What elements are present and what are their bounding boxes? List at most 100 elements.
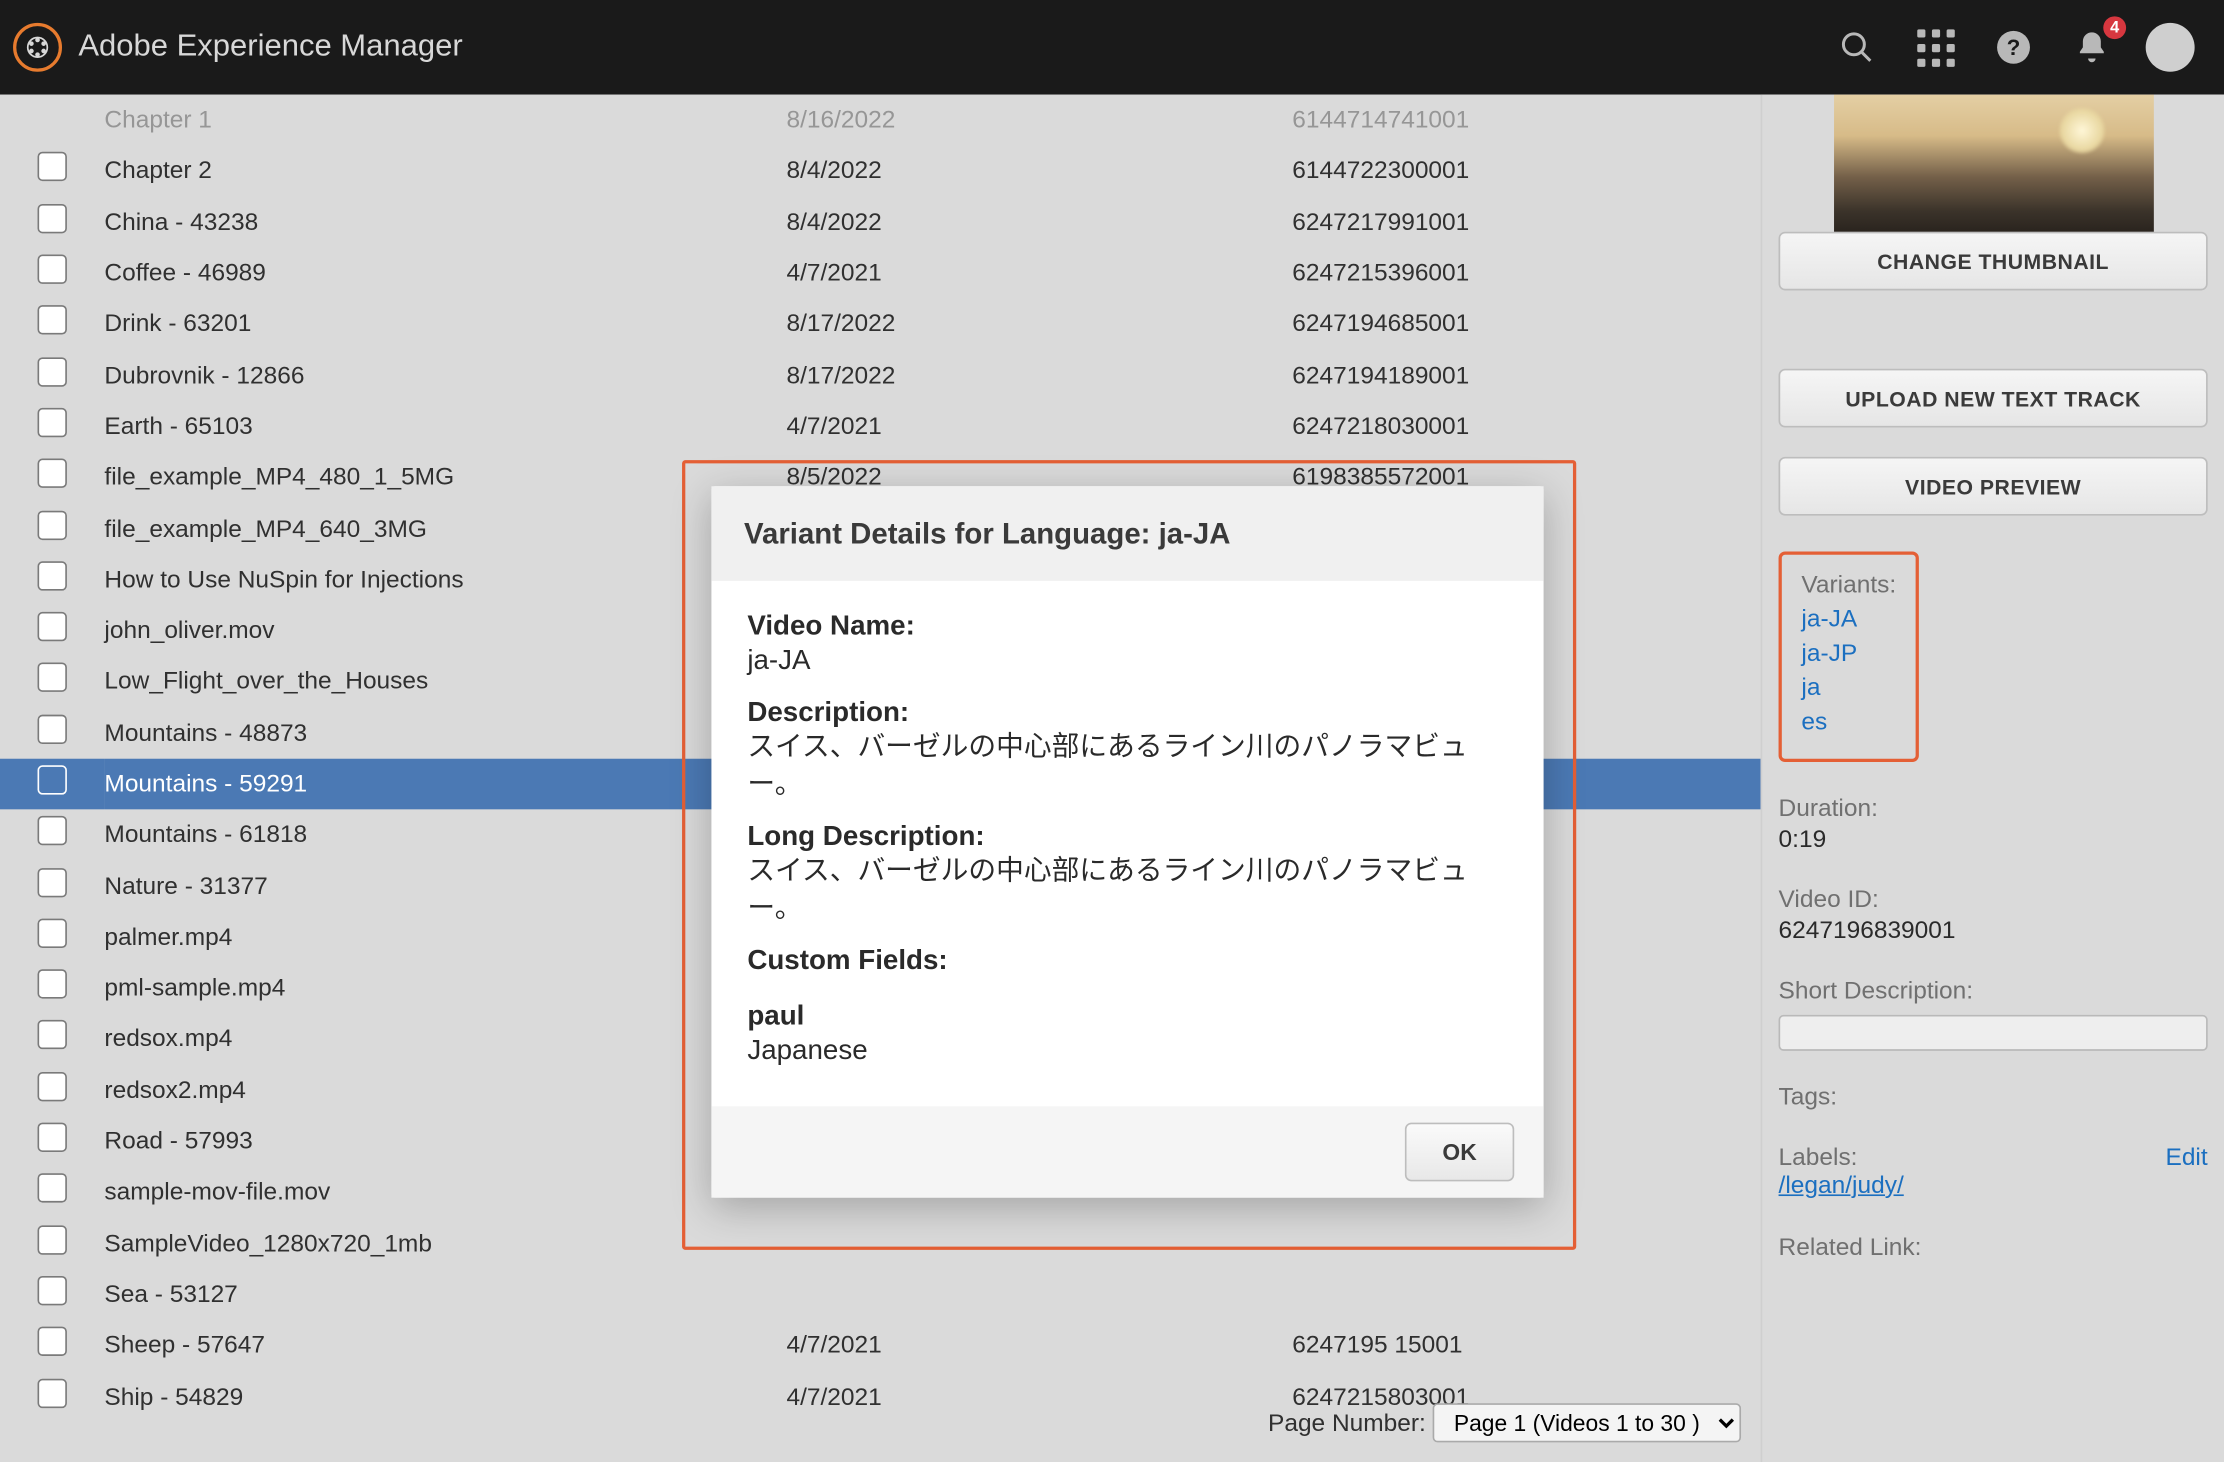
asset-details-panel: CHANGE THUMBNAIL UPLOAD NEW TEXT TRACK V… xyxy=(1761,95,2224,1462)
row-checkbox[interactable] xyxy=(38,612,67,641)
description-label: Description: xyxy=(747,697,1507,730)
row-checkbox[interactable] xyxy=(38,867,67,896)
tags-field: Tags: xyxy=(1779,1083,2208,1111)
row-checkbox[interactable] xyxy=(38,561,67,590)
row-id: 6144722300001 xyxy=(1292,146,1760,197)
short-description-input[interactable] xyxy=(1779,1015,2208,1051)
row-checkbox[interactable] xyxy=(38,714,67,743)
modal-ok-button[interactable]: OK xyxy=(1405,1122,1514,1181)
row-checkbox[interactable] xyxy=(38,255,67,284)
video-name-label: Video Name: xyxy=(747,610,1507,643)
related-link-field: Related Link: xyxy=(1779,1234,2208,1262)
row-date: 8/16/2022 xyxy=(786,95,1292,146)
row-checkbox[interactable] xyxy=(38,1174,67,1203)
row-date: 8/17/2022 xyxy=(786,299,1292,350)
search-icon[interactable] xyxy=(1832,23,1881,72)
row-checkbox[interactable] xyxy=(38,1225,67,1254)
row-checkbox[interactable] xyxy=(38,408,67,437)
row-checkbox[interactable] xyxy=(38,357,67,386)
table-row[interactable]: Earth - 651034/7/20216247218030001 xyxy=(0,401,1761,452)
video-id-field: Video ID: 6247196839001 xyxy=(1779,886,2208,945)
pager-label: Page Number: xyxy=(1268,1410,1426,1438)
row-name: Sheep - 57647 xyxy=(104,1320,786,1371)
row-id: 6144714741001 xyxy=(1292,95,1760,146)
row-id xyxy=(1292,1269,1760,1320)
row-checkbox[interactable] xyxy=(38,459,67,488)
notifications-icon[interactable]: 4 xyxy=(2067,23,2116,72)
pager-select[interactable]: Page 1 (Videos 1 to 30 ) xyxy=(1433,1404,1741,1443)
variants-label: Variants: xyxy=(1801,571,1896,599)
table-row[interactable]: Drink - 632018/17/20226247194685001 xyxy=(0,299,1761,350)
variant-link[interactable]: ja-JA xyxy=(1801,605,1896,633)
table-row[interactable]: Sea - 53127 xyxy=(0,1269,1761,1320)
pager: Page Number: Page 1 (Videos 1 to 30 ) xyxy=(0,1404,1761,1443)
row-date xyxy=(786,1269,1292,1320)
help-icon[interactable]: ? xyxy=(1989,23,2038,72)
row-name: Drink - 63201 xyxy=(104,299,786,350)
table-row[interactable]: Coffee - 469894/7/20216247215396001 xyxy=(0,248,1761,299)
row-name: Coffee - 46989 xyxy=(104,248,786,299)
upload-text-track-button[interactable]: UPLOAD NEW TEXT TRACK xyxy=(1779,369,2208,428)
variants-box: Variants: ja-JA ja-JP ja es xyxy=(1779,552,1919,762)
modal-title: Variant Details for Language: ja-JA xyxy=(711,486,1543,581)
user-avatar[interactable] xyxy=(2146,23,2195,72)
row-checkbox[interactable] xyxy=(38,918,67,947)
row-date: 8/17/2022 xyxy=(786,350,1292,401)
app-title: Adobe Experience Manager xyxy=(78,29,462,65)
duration-field: Duration: 0:19 xyxy=(1779,795,2208,854)
row-date: 8/4/2022 xyxy=(786,197,1292,248)
short-description-field: Short Description: xyxy=(1779,977,2208,1050)
row-checkbox[interactable] xyxy=(38,204,67,233)
custom-field-key: paul xyxy=(747,1000,1507,1033)
row-name: China - 43238 xyxy=(104,197,786,248)
row-checkbox[interactable] xyxy=(38,152,67,181)
row-checkbox[interactable] xyxy=(38,970,67,999)
table-row[interactable]: Chapter 28/4/20226144722300001 xyxy=(0,146,1761,197)
row-checkbox[interactable] xyxy=(38,1276,67,1305)
row-checkbox[interactable] xyxy=(38,1327,67,1356)
row-checkbox[interactable] xyxy=(38,1123,67,1152)
video-preview-button[interactable]: VIDEO PREVIEW xyxy=(1779,457,2208,516)
row-checkbox[interactable] xyxy=(38,1021,67,1050)
row-checkbox[interactable] xyxy=(38,816,67,845)
long-description-value: スイス、バーゼルの中心部にあるライン川のパノラマビュー。 xyxy=(747,853,1507,928)
row-id: 6247215396001 xyxy=(1292,248,1760,299)
aem-logo-icon xyxy=(13,23,62,72)
row-date: 4/7/2021 xyxy=(786,1320,1292,1371)
row-id: 6247217991001 xyxy=(1292,197,1760,248)
row-date: 4/7/2021 xyxy=(786,248,1292,299)
row-date: 4/7/2021 xyxy=(786,401,1292,452)
row-id: 6247195 15001 xyxy=(1292,1320,1760,1371)
row-checkbox[interactable] xyxy=(38,105,67,134)
app-header: Adobe Experience Manager ? 4 xyxy=(0,0,2224,95)
row-checkbox[interactable] xyxy=(38,1072,67,1101)
row-checkbox[interactable] xyxy=(38,663,67,692)
row-checkbox[interactable] xyxy=(38,765,67,794)
custom-fields-label: Custom Fields: xyxy=(747,944,1507,977)
change-thumbnail-button[interactable]: CHANGE THUMBNAIL xyxy=(1779,232,2208,291)
variant-link[interactable]: ja-JP xyxy=(1801,640,1896,668)
label-path-link[interactable]: /legan/judy/ xyxy=(1779,1172,1904,1200)
edit-labels-link[interactable]: Edit xyxy=(2165,1144,2207,1172)
table-row[interactable]: China - 432388/4/20226247217991001 xyxy=(0,197,1761,248)
video-thumbnail xyxy=(1833,95,2153,232)
row-name: Earth - 65103 xyxy=(104,401,786,452)
row-name: Dubrovnik - 12866 xyxy=(104,350,786,401)
row-name: Chapter 1 xyxy=(104,95,786,146)
notification-count-badge: 4 xyxy=(2103,16,2126,39)
table-row[interactable]: Dubrovnik - 128668/17/20226247194189001 xyxy=(0,350,1761,401)
variant-link[interactable]: es xyxy=(1801,708,1896,736)
video-name-value: ja-JA xyxy=(747,643,1507,680)
apps-grid-icon[interactable] xyxy=(1911,23,1960,72)
row-name: Chapter 2 xyxy=(104,146,786,197)
table-row[interactable]: Sheep - 576474/7/20216247195 15001 xyxy=(0,1320,1761,1371)
row-id: 6247194189001 xyxy=(1292,350,1760,401)
row-checkbox[interactable] xyxy=(38,306,67,335)
variant-details-modal: Variant Details for Language: ja-JA Vide… xyxy=(711,486,1543,1197)
row-id: 6247218030001 xyxy=(1292,401,1760,452)
row-checkbox[interactable] xyxy=(38,510,67,539)
custom-field-value: Japanese xyxy=(747,1032,1507,1069)
variant-link[interactable]: ja xyxy=(1801,674,1896,702)
labels-field: Labels: Edit /legan/judy/ xyxy=(1779,1144,2208,1201)
table-row[interactable]: Chapter 18/16/20226144714741001 xyxy=(0,95,1761,146)
